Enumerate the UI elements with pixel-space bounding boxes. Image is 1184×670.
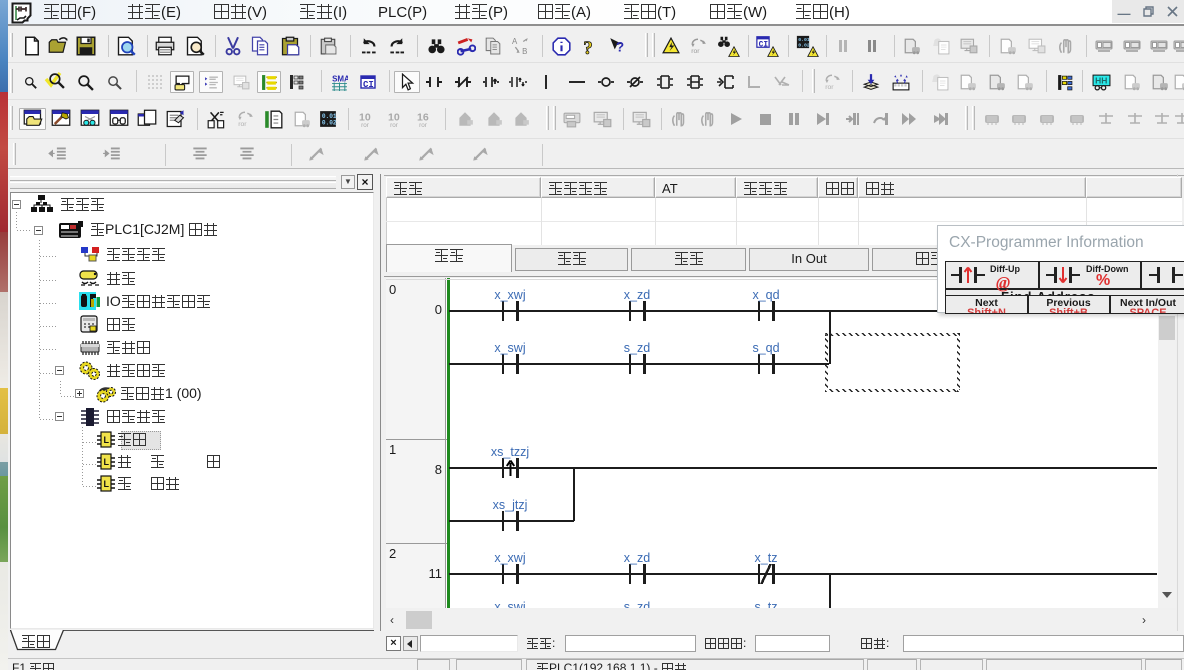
svg-text:L: L [104,457,110,467]
svg-text:L: L [104,479,110,489]
svg-text:L: L [104,435,110,445]
